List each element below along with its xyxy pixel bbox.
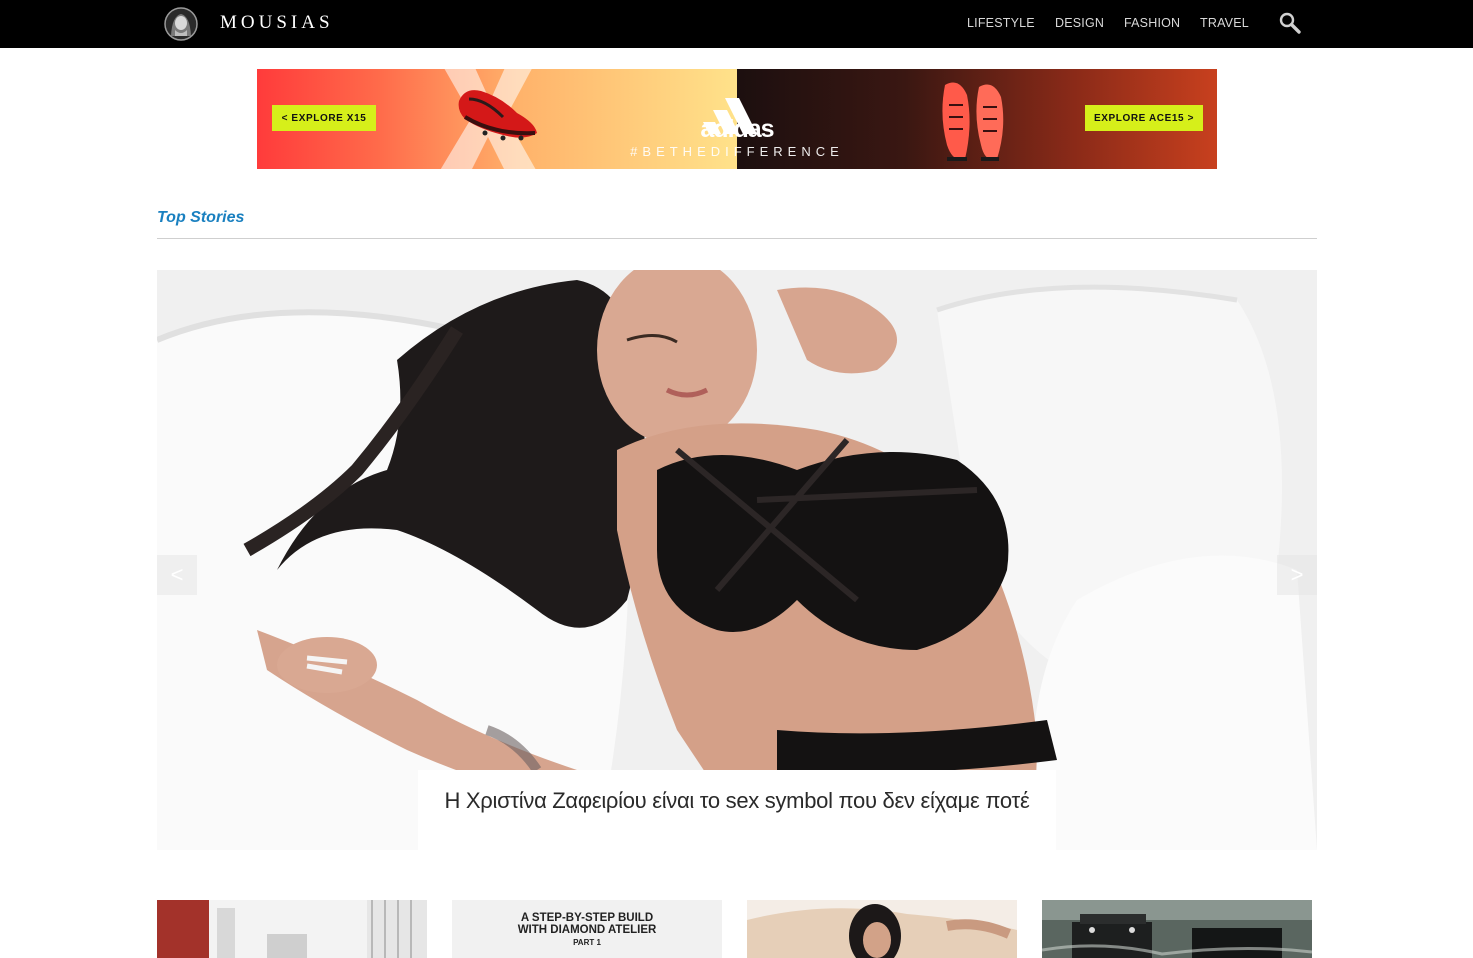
thumbnail-2-title-line2: WITH DIAMOND ATELIER bbox=[517, 924, 657, 936]
pink-football-boots-image bbox=[942, 82, 1004, 161]
slide-caption[interactable]: Η Χριστίνα Ζαφειρίου είναι το sex symbol… bbox=[418, 770, 1056, 850]
explore-x15-button[interactable]: < EXPLORE X15 bbox=[272, 105, 376, 131]
story-thumbnail-4[interactable] bbox=[1042, 900, 1312, 958]
banner-tagline: #BETHEDIFFERENCE bbox=[630, 144, 844, 159]
nav-travel[interactable]: TRAVEL bbox=[1200, 16, 1249, 30]
top-navigation-bar: MOUSIAS LIFESTYLE DESIGN FASHION TRAVEL bbox=[0, 0, 1473, 48]
logo-icon[interactable] bbox=[162, 6, 200, 42]
red-football-boot-image bbox=[458, 90, 537, 141]
section-divider bbox=[157, 238, 1317, 239]
story-thumbnail-1[interactable] bbox=[157, 900, 427, 958]
slider-prev-button[interactable]: < bbox=[157, 555, 197, 595]
explore-ace15-button[interactable]: EXPLORE ACE15 > bbox=[1085, 105, 1203, 131]
nav-design[interactable]: DESIGN bbox=[1055, 16, 1104, 30]
thumbnail-image-building bbox=[157, 900, 427, 958]
site-logo-text[interactable]: MOUSIAS bbox=[220, 12, 334, 34]
search-icon[interactable] bbox=[1278, 11, 1302, 35]
thumbnail-2-title-line1: A STEP-BY-STEP BUILD bbox=[520, 912, 654, 924]
thumbnail-2-part: PART 1 bbox=[573, 938, 601, 947]
slider-next-button[interactable]: > bbox=[1277, 555, 1317, 595]
hero-photo-model-in-lingerie bbox=[157, 270, 1317, 850]
story-thumbnail-3[interactable] bbox=[747, 900, 1017, 958]
story-thumbnail-2[interactable]: A STEP-BY-STEP BUILD WITH DIAMOND ATELIE… bbox=[452, 900, 722, 958]
top-stories-slider[interactable]: < > Η Χριστίνα Ζαφειρίου είναι το sex sy… bbox=[157, 270, 1317, 850]
nav-fashion[interactable]: FASHION bbox=[1124, 16, 1180, 30]
adidas-banner-ad[interactable]: < EXPLORE X15 adidas #BETHEDIFFERENCE EX… bbox=[257, 69, 1217, 169]
thumbnail-image-woman-on-sofa bbox=[747, 900, 1017, 958]
adidas-wordmark: adidas bbox=[700, 115, 774, 143]
slide-caption-title: Η Χριστίνα Ζαφειρίου είναι το sex symbol… bbox=[444, 788, 1030, 813]
nav-lifestyle[interactable]: LIFESTYLE bbox=[967, 16, 1035, 30]
top-stories-heading[interactable]: Top Stories bbox=[157, 209, 244, 227]
thumbnail-image-offroad-vehicles bbox=[1042, 900, 1312, 958]
